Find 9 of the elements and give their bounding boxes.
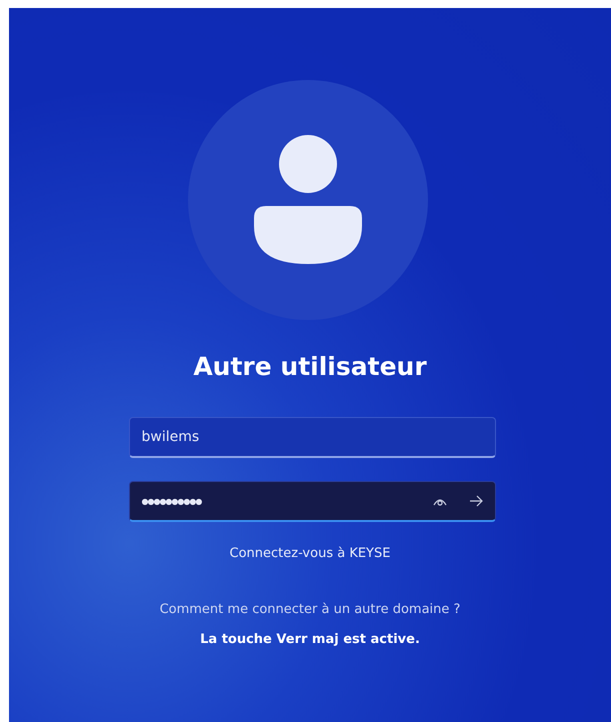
user-name: Autre utilisateur <box>193 352 427 381</box>
submit-arrow-icon[interactable] <box>468 495 482 507</box>
person-icon <box>252 134 364 264</box>
password-field[interactable]: ●●●●●●●●●● <box>128 481 496 522</box>
username-field[interactable]: bwilems <box>128 417 496 458</box>
eye-icon[interactable] <box>432 496 446 506</box>
sign-in-domain-text: Connectez-vous à KEYSE <box>230 546 390 561</box>
caps-lock-warning: La touche Verr maj est active. <box>200 632 420 647</box>
other-domain-link[interactable]: Comment me connecter à un autre domaine ? <box>160 602 460 617</box>
